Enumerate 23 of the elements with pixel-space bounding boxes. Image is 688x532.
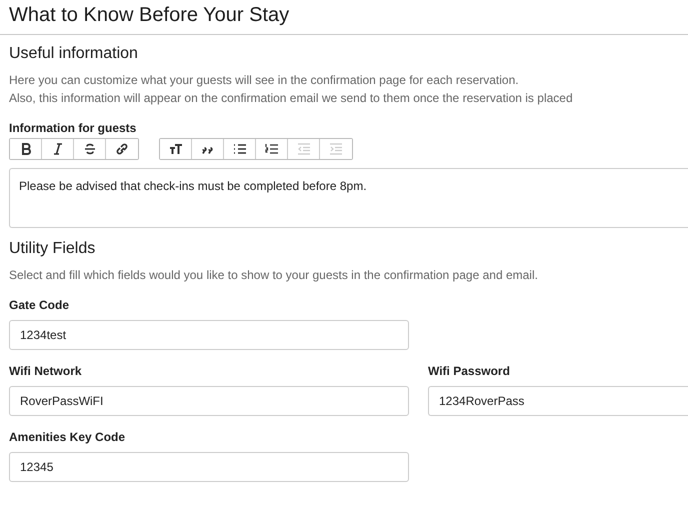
outdent-icon bbox=[296, 142, 312, 156]
description-text: Select and fill which fields would you like to show to your guests in the confirmation page and email. bbox=[9, 267, 539, 284]
text-editor[interactable]: Please be advised that check-ins must be completed before 8pm. bbox=[9, 168, 688, 228]
field-label: Information for guests bbox=[9, 121, 138, 135]
input-field[interactable]: 1234test bbox=[9, 320, 409, 350]
description-text: Also, this information will appear on the confirmation email we send to them once the reservation is placed bbox=[9, 90, 574, 107]
indent-icon bbox=[328, 142, 344, 156]
input-field[interactable]: RoverPassWiFI bbox=[9, 386, 409, 416]
link-icon bbox=[114, 142, 130, 156]
text-size-icon bbox=[168, 142, 184, 156]
numbered-list-icon bbox=[264, 142, 280, 156]
section-heading: Utility Fields bbox=[9, 240, 96, 258]
field-label: Amenities Key Code bbox=[9, 430, 126, 444]
input-field[interactable]: 12345 bbox=[9, 452, 409, 482]
section-heading: Useful information bbox=[9, 45, 139, 63]
description-text: Here you can customize what your guests will see in the confirmation page for each reservation. bbox=[9, 72, 520, 89]
field-label: Gate Code bbox=[9, 298, 70, 312]
page-title: What to Know Before Your Stay bbox=[9, 4, 290, 27]
editor-text: Please be advised that check-ins must be completed before 8pm. bbox=[19, 179, 367, 193]
bulleted-list-icon bbox=[232, 142, 248, 156]
field-label: Wifi Password bbox=[428, 364, 511, 378]
input-field[interactable]: 1234RoverPass bbox=[428, 386, 688, 416]
field-label: Wifi Network bbox=[9, 364, 83, 378]
